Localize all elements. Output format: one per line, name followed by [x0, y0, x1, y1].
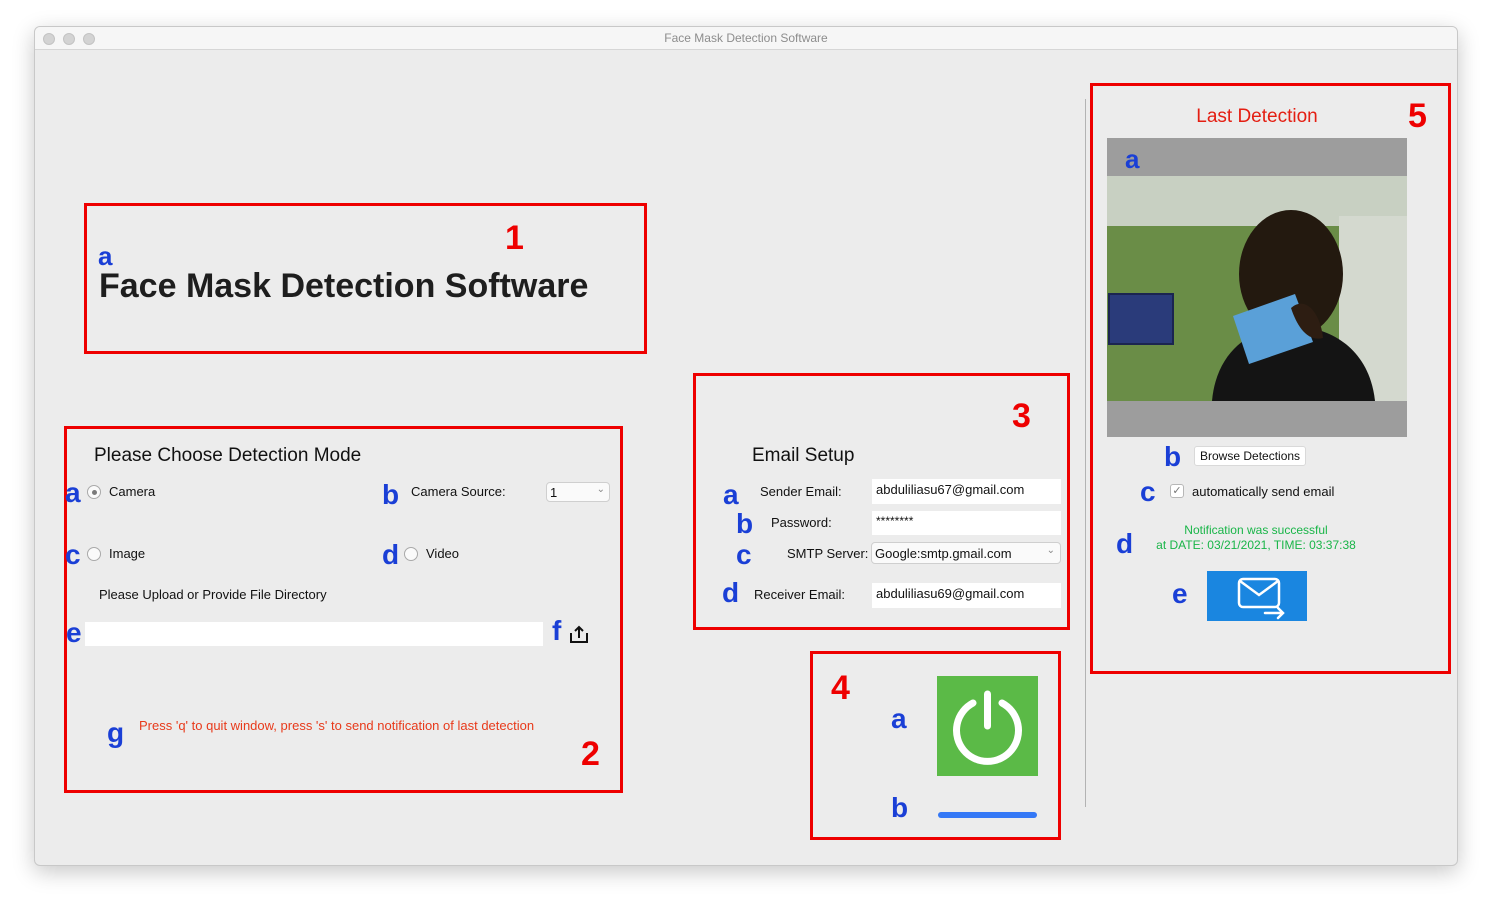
sender-email-input[interactable]: abduliliasu67@gmail.com [872, 479, 1061, 504]
checkmark-icon: ✓ [1172, 485, 1182, 497]
camera-source-label: Camera Source: [411, 484, 506, 499]
annotation-letter-g: g [107, 717, 125, 748]
annotation-number-5: 5 [1408, 97, 1427, 135]
annotation-letter-c: c [65, 539, 81, 570]
receiver-email-input[interactable]: abduliliasu69@gmail.com [872, 583, 1061, 608]
app-title-heading: Face Mask Detection Software [99, 267, 589, 305]
vertical-divider [1085, 99, 1086, 807]
image-radio[interactable] [87, 547, 101, 561]
progress-fill [938, 812, 1037, 818]
webcam-capture-image [1107, 176, 1407, 401]
power-button[interactable] [937, 676, 1038, 776]
camera-radio-label: Camera [109, 484, 156, 499]
video-radio-label: Video [426, 546, 460, 561]
upload-button[interactable] [568, 623, 590, 645]
annotation-letter-c: c [736, 539, 752, 570]
camera-radio[interactable] [87, 485, 101, 499]
email-setup-heading: Email Setup [752, 445, 855, 466]
camera-source-select[interactable]: 1 ⌄ [546, 482, 610, 502]
video-radio[interactable] [404, 547, 418, 561]
annotation-letter-e: e [66, 617, 82, 648]
annotation-letter-b: b [736, 508, 754, 539]
annotation-letter-d: d [722, 577, 740, 608]
title-bar: Face Mask Detection Software [35, 27, 1457, 50]
send-email-button[interactable] [1207, 571, 1307, 621]
image-radio-label: Image [109, 546, 146, 561]
smtp-server-select[interactable]: Google:smtp.gmail.com ⌄ [871, 542, 1061, 564]
password-input[interactable]: ******** [872, 511, 1061, 535]
notification-status-line2: at DATE: 03/21/2021, TIME: 03:37:38 [1156, 538, 1356, 552]
annotation-letter-a: a [98, 241, 113, 271]
annotation-number-3: 3 [1012, 397, 1031, 435]
annotation-letter-a: a [723, 479, 739, 510]
browse-detections-button[interactable]: Browse Detections [1194, 446, 1307, 466]
annotation-letter-e: e [1172, 578, 1188, 609]
annotation-letter-d: d [382, 539, 400, 570]
upload-prompt: Please Upload or Provide File Directory [99, 587, 327, 602]
last-detection-heading: Last Detection [1196, 106, 1318, 127]
smtp-server-value: Google:smtp.gmail.com [875, 546, 1012, 561]
annotation-number-1: 1 [505, 219, 524, 257]
app-window: Face Mask Detection Software 1 a Face Ma… [34, 26, 1458, 866]
power-icon [953, 690, 1022, 765]
auto-send-checkbox[interactable]: ✓ [1170, 484, 1184, 498]
annotation-number-4: 4 [831, 669, 850, 707]
annotation-letter-a: a [65, 477, 81, 508]
annotation-letter-d: d [1116, 528, 1134, 559]
smtp-server-label: SMTP Server: [787, 546, 869, 561]
mail-send-icon [1237, 577, 1285, 620]
window-title: Face Mask Detection Software [664, 31, 828, 45]
annotation-number-2: 2 [581, 735, 600, 773]
password-label: Password: [771, 515, 832, 530]
annotation-letter-f: f [552, 615, 562, 646]
annotation-box-2 [64, 426, 623, 793]
camera-source-value: 1 [550, 485, 558, 500]
notification-status: Notification was successful at DATE: 03/… [1135, 523, 1377, 553]
progress-bar [938, 812, 1037, 818]
annotation-letter-b: b [382, 479, 400, 510]
auto-send-label: automatically send email [1192, 484, 1335, 499]
notification-status-line1: Notification was successful [1184, 523, 1328, 537]
annotation-letter-a: a [1125, 144, 1140, 174]
last-detection-image: a [1107, 138, 1407, 437]
file-path-input[interactable] [85, 622, 543, 646]
detection-mode-heading: Please Choose Detection Mode [94, 445, 362, 466]
chevron-down-icon: ⌄ [596, 484, 605, 495]
annotation-letter-c: c [1140, 476, 1156, 507]
keyboard-instructions: Press 'q' to quit window, press 's' to s… [139, 718, 535, 733]
receiver-email-label: Receiver Email: [754, 587, 846, 602]
chevron-down-icon: ⌄ [1046, 545, 1055, 556]
upload-icon [570, 625, 588, 643]
annotation-letter-a: a [891, 703, 907, 734]
sender-email-label: Sender Email: [760, 484, 842, 499]
annotation-letter-b: b [1164, 441, 1182, 472]
annotation-letter-b: b [891, 792, 909, 823]
